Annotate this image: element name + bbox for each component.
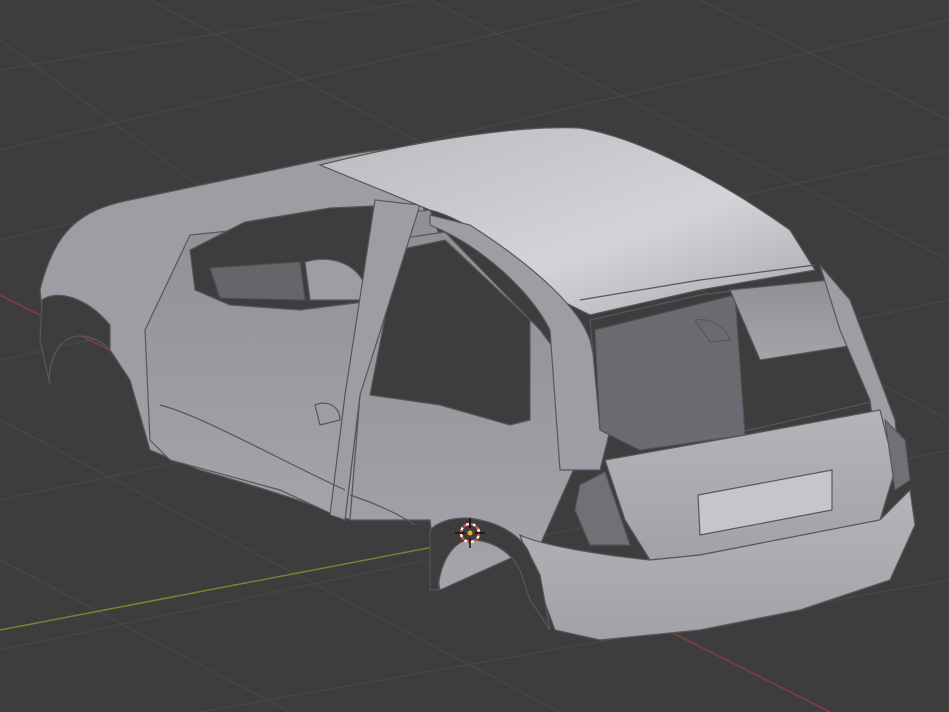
car-body-model[interactable] <box>39 127 916 641</box>
object-origin-point <box>467 530 473 536</box>
viewport-scene[interactable] <box>0 0 949 712</box>
y-axis-line <box>0 539 471 631</box>
3d-viewport[interactable] <box>0 0 949 712</box>
